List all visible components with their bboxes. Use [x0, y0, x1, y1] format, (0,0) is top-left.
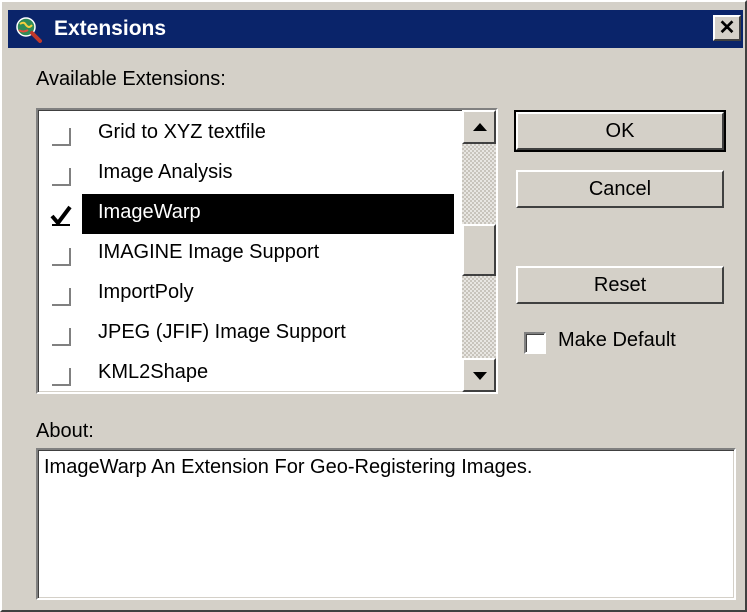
- vertical-scrollbar[interactable]: [462, 110, 496, 392]
- arrow-up-icon: [473, 123, 487, 131]
- arrow-down-icon: [473, 372, 487, 380]
- unchecked-checkbox-icon[interactable]: [50, 324, 72, 346]
- unchecked-checkbox-icon[interactable]: [50, 244, 72, 266]
- list-item-label: IMAGINE Image Support: [98, 241, 320, 263]
- window-title: Extensions: [54, 17, 167, 40]
- list-item[interactable]: KML2Shape: [82, 354, 454, 392]
- ok-button[interactable]: OK: [514, 110, 726, 152]
- list-item[interactable]: Grid to XYZ textfile: [82, 114, 454, 154]
- available-extensions-label: Available Extensions:: [36, 68, 226, 90]
- unchecked-checkbox-icon[interactable]: [50, 164, 72, 186]
- about-textbox[interactable]: ImageWarp An Extension For Geo-Registeri…: [36, 448, 736, 600]
- cancel-button[interactable]: Cancel: [516, 170, 724, 208]
- make-default-label[interactable]: Make Default: [558, 329, 676, 352]
- unchecked-checkbox-icon[interactable]: [50, 284, 72, 306]
- globe-magnifier-icon: [16, 17, 42, 43]
- list-item-label: KML2Shape: [98, 361, 209, 383]
- scroll-thumb[interactable]: [462, 224, 496, 276]
- list-item[interactable]: ImportPoly: [82, 274, 454, 314]
- about-label: About:: [36, 420, 94, 442]
- list-item[interactable]: Image Analysis: [82, 154, 454, 194]
- list-item-label: Image Analysis: [98, 161, 233, 183]
- close-button[interactable]: ✕: [713, 15, 741, 41]
- list-item-label: ImageWarp: [98, 201, 201, 223]
- extensions-listbox[interactable]: Grid to XYZ textfile Image Analysis ImageW…: [36, 108, 498, 394]
- close-icon: ✕: [718, 17, 736, 39]
- list-item-label: ImportPoly: [98, 281, 194, 303]
- reset-button[interactable]: Reset: [516, 266, 724, 304]
- title-bar[interactable]: Extensions ✕: [8, 10, 743, 48]
- list-item[interactable]: ImageWarp: [82, 194, 454, 234]
- list-item-label: Grid to XYZ textfile: [98, 121, 266, 143]
- list-item-label: JPEG (JFIF) Image Support: [98, 321, 346, 343]
- about-description: ImageWarp An Extension For Geo-Registeri…: [44, 456, 533, 478]
- checked-checkbox-icon[interactable]: [50, 204, 72, 226]
- list-item[interactable]: IMAGINE Image Support: [82, 234, 454, 274]
- scroll-down-button[interactable]: [462, 358, 496, 392]
- scroll-up-button[interactable]: [462, 110, 496, 144]
- extensions-dialog: Extensions ✕ Available Extensions: Grid …: [0, 0, 747, 612]
- unchecked-checkbox-icon[interactable]: [50, 124, 72, 146]
- list-item[interactable]: JPEG (JFIF) Image Support: [82, 314, 454, 354]
- make-default-checkbox[interactable]: [524, 332, 546, 354]
- unchecked-checkbox-icon[interactable]: [50, 364, 72, 386]
